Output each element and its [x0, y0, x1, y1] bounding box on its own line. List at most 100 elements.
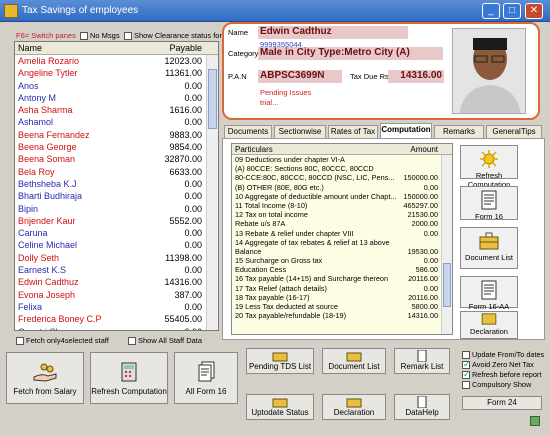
employee-row[interactable]: Dolly Seth 11398.00: [15, 252, 218, 264]
computation-scrollbar[interactable]: [441, 155, 452, 334]
computation-grid-header: Particulars Amount: [232, 144, 452, 155]
computation-row[interactable]: (B) OTHER (80E, 80G etc.) 0.00: [232, 183, 452, 192]
computation-row[interactable]: 16 Tax payable (14+15) and Surcharge the…: [232, 274, 452, 283]
refresh-before-option[interactable]: Refresh before report: [462, 369, 542, 380]
computation-row[interactable]: Balance 19530.00: [232, 247, 452, 256]
update-from-to-option[interactable]: Update From/To dates: [462, 350, 544, 360]
employee-list[interactable]: Name Payable Amelia Rozario 12023.00 Angel…: [14, 41, 219, 331]
form16-side-button[interactable]: Form 16: [460, 186, 518, 221]
computation-scroll-thumb[interactable]: [443, 263, 451, 307]
employee-row[interactable]: Anos 0.00: [15, 80, 218, 92]
employee-row[interactable]: Caruna 0.00: [15, 227, 218, 239]
particular-cell: 80-CCE:80C, 80CCC, 80CCD (NSC, LIC, Pens…: [235, 173, 395, 183]
computation-grid[interactable]: Particulars Amount 09 Deductions under c…: [231, 143, 453, 335]
employee-row[interactable]: Amelia Rozario 12023.00: [15, 55, 218, 67]
employee-payable-cell: 6633.00: [169, 166, 202, 177]
employee-payable-cell: 0.00: [184, 92, 202, 103]
employee-row[interactable]: Earnest K.S 0.00: [15, 264, 218, 276]
computation-row[interactable]: 17 Tax Relief (attach details) 0.00: [232, 284, 452, 293]
refresh-before-checkbox[interactable]: [462, 369, 471, 380]
employee-row[interactable]: Asha Sharma 1616.00: [15, 104, 218, 116]
employee-row[interactable]: Gayatri Sharma 0.00: [15, 326, 218, 330]
fetch-only-selected-option[interactable]: Fetch only4selected staff: [16, 336, 109, 346]
employee-row[interactable]: Beena Soman 32870.00: [15, 153, 218, 165]
employee-list-scrollbar[interactable]: [206, 55, 218, 330]
no-msgs-option[interactable]: No Msgs: [80, 31, 120, 41]
refresh-computation-side-button[interactable]: Refresh Computation: [460, 145, 518, 189]
computation-row[interactable]: 10 Aggregate of deductible amount under …: [232, 192, 452, 201]
pending-issues-label[interactable]: Pending Issues: [260, 88, 311, 97]
tab-computation[interactable]: Computation: [380, 123, 432, 139]
fetch-from-salary-button[interactable]: Fetch from Salary: [6, 352, 84, 404]
computation-row[interactable]: 20 Tax payable/refundable (18-19) 14316.0…: [232, 311, 452, 320]
document-list-label: Document List: [328, 362, 380, 371]
fetch-from-salary-label: Fetch from Salary: [13, 387, 77, 396]
employee-row[interactable]: Edwin Cadthuz 14316.00: [15, 276, 218, 288]
no-msgs-checkbox[interactable]: [80, 32, 88, 41]
employee-row[interactable]: Celine Michael 0.00: [15, 239, 218, 251]
computation-row[interactable]: 18 Tax payable (16-17) 20116.00: [232, 293, 452, 302]
tab-sectionwise[interactable]: Sectionwise: [274, 125, 326, 139]
employee-row[interactable]: Bipin 0.00: [15, 203, 218, 215]
pending-tds-list-button[interactable]: Pending TDS List: [246, 348, 314, 374]
avoid-zero-checkbox[interactable]: [462, 359, 471, 370]
document-list-side-button[interactable]: Document List: [460, 227, 518, 269]
maximize-button[interactable]: □: [503, 3, 521, 19]
status-icon: [530, 416, 540, 426]
computation-row[interactable]: 12 Tax on total income 21530.00: [232, 210, 452, 219]
show-all-staff-checkbox[interactable]: [128, 337, 136, 346]
employee-row[interactable]: Bethsheba K.J 0.00: [15, 178, 218, 190]
computation-row[interactable]: 15 Surcharge on Gross tax 0.00: [232, 256, 452, 265]
remark-list-button[interactable]: Remark List: [394, 348, 450, 374]
particular-cell: 18 Tax payable (16-17): [235, 292, 310, 302]
uptodate-status-button[interactable]: Uptodate Status: [246, 394, 314, 420]
employee-row[interactable]: Beena Fernandez 9883.00: [15, 129, 218, 141]
employee-row[interactable]: Bharti Budhiraja 0.00: [15, 190, 218, 202]
update-from-to-checkbox[interactable]: [462, 351, 470, 360]
computation-row[interactable]: 14 Aggregate of tax rebates & relief at …: [232, 238, 452, 247]
amount-cell: 0.00: [423, 283, 438, 293]
avoid-zero-option[interactable]: Avoid Zero Net Tax: [462, 359, 542, 370]
form24-button[interactable]: Form 24: [462, 396, 542, 410]
datahelp-button[interactable]: DataHelp: [394, 394, 450, 420]
column-name[interactable]: Name: [18, 43, 42, 53]
tab-documents[interactable]: Documents: [224, 125, 272, 139]
close-button[interactable]: ✕: [525, 3, 543, 19]
all-form16-button[interactable]: All Form 16: [174, 352, 238, 404]
employee-row[interactable]: Brijender Kaur 5552.00: [15, 215, 218, 227]
form-icon: [417, 350, 427, 362]
declaration-side-button[interactable]: Declaration: [460, 311, 518, 339]
compulsory-show-checkbox[interactable]: [462, 381, 470, 390]
declaration-button[interactable]: Declaration: [322, 394, 386, 420]
employee-row[interactable]: Ashamol 0.00: [15, 116, 218, 128]
compulsory-show-option[interactable]: Compulsory Show: [462, 380, 542, 390]
computation-row[interactable]: 13 Rebate & relief under chapter VIII 0.0…: [232, 229, 452, 238]
show-clearance-option[interactable]: Show Clearance status for all: [124, 31, 232, 41]
employee-row[interactable]: Felixa 0.00: [15, 301, 218, 313]
computation-row[interactable]: 09 Deductions under chapter VI-A: [232, 155, 452, 164]
employee-row[interactable]: Frederica Boney C.P 55405.00: [15, 313, 218, 325]
column-payable[interactable]: Payable: [169, 43, 202, 53]
tab-rates-of-tax[interactable]: Rates of Tax: [328, 125, 378, 139]
employee-row[interactable]: Beena George 9854.00: [15, 141, 218, 153]
scrollbar-thumb[interactable]: [208, 69, 217, 129]
computation-row[interactable]: 19 Less Tax deducted at source 5800.00: [232, 302, 452, 311]
computation-row[interactable]: 80-CCE:80C, 80CCC, 80CCD (NSC, LIC, Pens…: [232, 173, 452, 182]
employee-row[interactable]: Antony M 0.00: [15, 92, 218, 104]
tab-generaltips[interactable]: GeneralTips: [486, 125, 542, 139]
employee-row[interactable]: Bela Roy 6633.00: [15, 166, 218, 178]
form16aa-side-button[interactable]: Form 16-AA: [460, 276, 518, 311]
computation-row[interactable]: Rebate u/s 87A 2000.00: [232, 219, 452, 228]
document-list-button[interactable]: Document List: [322, 348, 386, 374]
refresh-computation-button[interactable]: Refresh Computation: [90, 352, 168, 404]
computation-row[interactable]: 11 Total Income (8-10) 465297.00: [232, 201, 452, 210]
computation-row[interactable]: (A) 80CCE: Sections 80C, 80CCC, 80CCD: [232, 164, 452, 173]
show-all-staff-option[interactable]: Show All Staff Data: [128, 336, 202, 346]
computation-row[interactable]: Education Cess 586.00: [232, 265, 452, 274]
tab-remarks[interactable]: Remarks: [434, 125, 484, 139]
fetch-only-selected-checkbox[interactable]: [16, 337, 24, 346]
minimize-button[interactable]: _: [482, 3, 500, 19]
employee-row[interactable]: Evona Joseph 387.00: [15, 289, 218, 301]
employee-row[interactable]: Angeline Tytler 11361.00: [15, 67, 218, 79]
show-clearance-checkbox[interactable]: [124, 32, 132, 41]
